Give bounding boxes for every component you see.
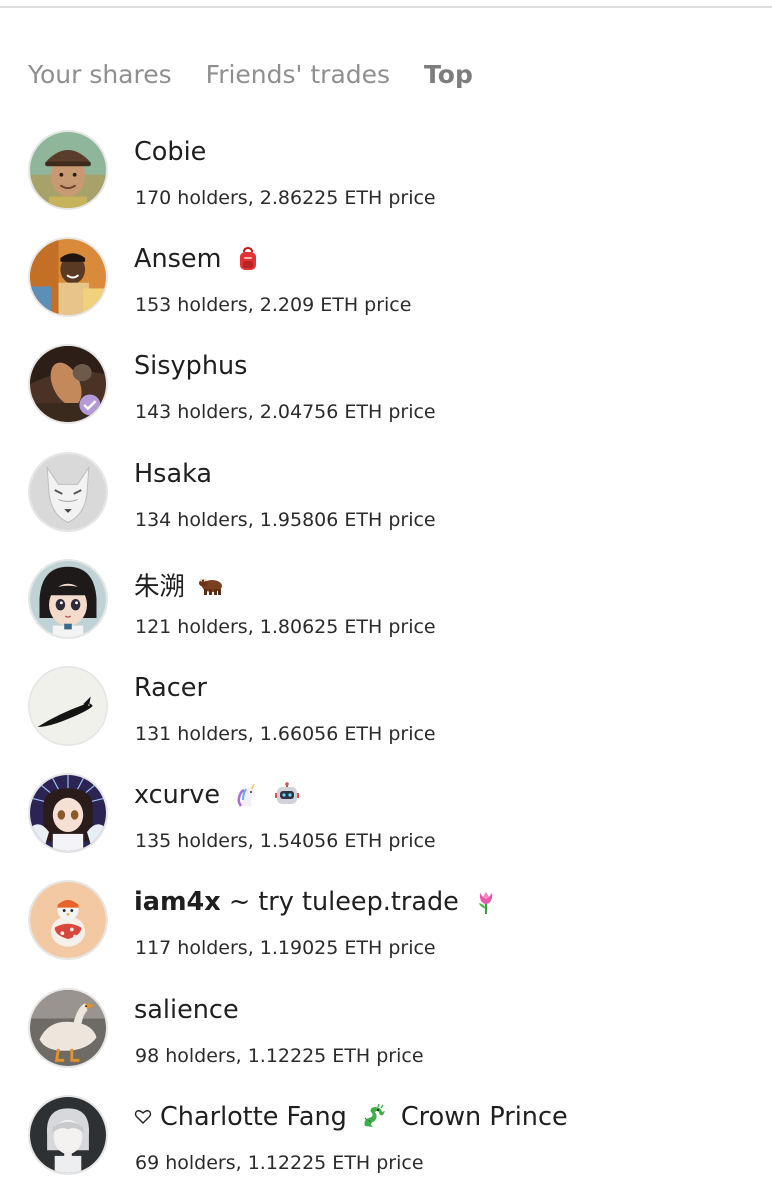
- heart-outline-icon: [134, 1108, 152, 1126]
- ox-icon: [199, 571, 225, 597]
- user-name-text: xcurve: [134, 780, 221, 811]
- holder-stats: 170 holders, 2.86225 ETH price: [135, 187, 436, 209]
- list-item[interactable]: xcurve 135 holders, 1.54056 ETH price: [0, 768, 772, 875]
- list-item[interactable]: Racer 131 holders, 1.66056 ETH price: [0, 661, 772, 768]
- user-name-text: Ansem: [134, 244, 222, 275]
- dragon-icon: [361, 1103, 387, 1130]
- user-name-text: Sisyphus: [134, 351, 248, 382]
- user-name-text: salience: [134, 994, 239, 1025]
- list-item[interactable]: Charlotte Fang Crown Prince 69 holders, …: [0, 1090, 772, 1197]
- list-item[interactable]: Sisyphus 143 holders, 2.04756 ETH price: [0, 339, 772, 446]
- user-name: Hsaka: [134, 459, 212, 489]
- avatar: [28, 451, 108, 532]
- holder-stats: 153 holders, 2.209 ETH price: [135, 294, 412, 317]
- tulip-icon: [473, 889, 499, 915]
- top-divider: [0, 6, 772, 8]
- avatar: [28, 237, 108, 318]
- top-users-list: Cobie 170 holders, 2.86225 ETH price Ans…: [0, 125, 772, 1197]
- avatar: [28, 880, 108, 961]
- holder-stats: 143 holders, 2.04756 ETH price: [135, 401, 436, 424]
- user-name: Racer: [134, 673, 207, 703]
- user-name: xcurve: [134, 780, 300, 810]
- avatar: [28, 987, 108, 1068]
- holder-stats: 69 holders, 1.12225 ETH price: [135, 1151, 424, 1174]
- list-item[interactable]: salience 98 holders, 1.12225 ETH price: [0, 983, 772, 1090]
- tab-bar: Your shares Friends' trades Top: [28, 54, 507, 94]
- user-name: Charlotte Fang Crown Prince: [134, 1102, 568, 1132]
- user-name: Ansem: [134, 244, 261, 274]
- avatar: [28, 1094, 108, 1175]
- list-item[interactable]: Ansem 153 holders, 2.209 ETH price: [0, 232, 772, 339]
- user-name-text: Racer: [134, 672, 207, 703]
- user-name-title: Crown Prince: [400, 1101, 568, 1132]
- tab-friends-trades[interactable]: Friends' trades: [206, 60, 390, 89]
- list-item[interactable]: Hsaka 134 holders, 1.95806 ETH price: [0, 447, 772, 554]
- user-name: Sisyphus: [134, 351, 247, 381]
- robot-icon: [274, 782, 300, 808]
- holder-stats: 131 holders, 1.66056 ETH price: [135, 722, 436, 745]
- user-name: salience: [134, 995, 239, 1025]
- avatar: [28, 773, 108, 854]
- user-name: 朱溯: [134, 566, 225, 603]
- backpack-icon: [235, 246, 261, 272]
- user-name-text: Cobie: [134, 137, 207, 167]
- holder-stats: 134 holders, 1.95806 ETH price: [135, 508, 436, 531]
- user-name: iam4x ~ try tuleep.trade: [134, 887, 499, 917]
- holder-stats: 98 holders, 1.12225 ETH price: [135, 1044, 424, 1067]
- avatar: [28, 344, 108, 425]
- unicorn-icon: [234, 782, 260, 808]
- holder-stats: 135 holders, 1.54056 ETH price: [135, 830, 436, 853]
- list-item[interactable]: Cobie 170 holders, 2.86225 ETH price: [0, 125, 772, 232]
- avatar: [28, 558, 108, 639]
- user-name-suffix: ~ try tuleep.trade: [220, 887, 459, 918]
- tab-top[interactable]: Top: [424, 60, 473, 89]
- user-name-text: 朱溯: [134, 571, 186, 602]
- list-item[interactable]: iam4x ~ try tuleep.trade 117 holders, 1.…: [0, 875, 772, 982]
- user-name: Cobie: [134, 137, 206, 167]
- avatar: [28, 130, 108, 210]
- list-item[interactable]: 朱溯 121 holders, 1.80625 ETH price: [0, 554, 772, 661]
- user-name-text: Hsaka: [134, 458, 213, 489]
- tab-your-shares[interactable]: Your shares: [28, 60, 172, 89]
- holder-stats: 117 holders, 1.19025 ETH price: [135, 937, 436, 960]
- user-name-text: Charlotte Fang: [160, 1101, 347, 1132]
- avatar: [28, 665, 108, 746]
- holder-stats: 121 holders, 1.80625 ETH price: [135, 615, 436, 638]
- user-name-handle: iam4x: [134, 887, 221, 918]
